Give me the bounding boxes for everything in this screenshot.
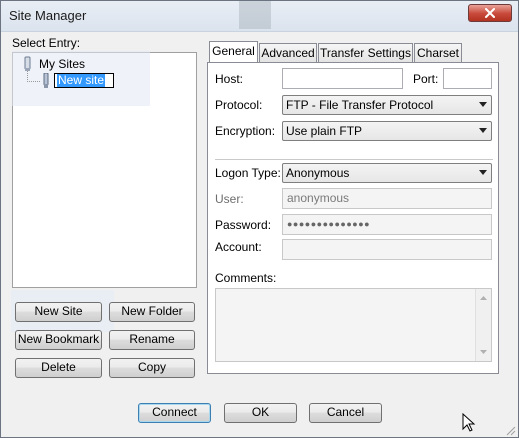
scrollbar[interactable] xyxy=(475,289,491,361)
account-input[interactable] xyxy=(282,239,492,260)
ok-button[interactable]: OK xyxy=(224,403,297,423)
new-bookmark-button[interactable]: New Bookmark xyxy=(15,330,102,350)
logon-type-select[interactable]: Anonymous xyxy=(282,163,492,183)
host-label: Host: xyxy=(215,72,244,86)
resize-grip-icon[interactable] xyxy=(504,424,516,436)
select-entry-label: Select Entry: xyxy=(12,36,81,50)
account-label: Account: xyxy=(215,240,262,254)
divider xyxy=(215,159,493,161)
window-title: Site Manager xyxy=(9,8,87,23)
close-icon xyxy=(485,8,495,18)
mouse-cursor-icon xyxy=(462,413,476,432)
delete-button[interactable]: Delete xyxy=(15,358,102,378)
tree-item-new-site[interactable]: New site xyxy=(41,73,117,89)
tree-edit-box[interactable]: New site xyxy=(54,73,114,88)
protocol-select[interactable]: FTP - File Transfer Protocol xyxy=(282,95,492,115)
new-site-button[interactable]: New Site xyxy=(15,302,102,322)
tree-label-new-site: New site xyxy=(57,73,106,87)
tree-label-my-sites: My Sites xyxy=(39,57,86,71)
title-reflection xyxy=(239,1,271,29)
title-bar: Site Manager xyxy=(1,1,518,32)
comments-label: Comments: xyxy=(215,271,277,285)
comments-textarea[interactable] xyxy=(215,288,492,362)
tab-advanced[interactable]: Advanced xyxy=(259,43,317,62)
port-input[interactable] xyxy=(443,68,492,89)
copy-button[interactable]: Copy xyxy=(109,358,195,378)
chevron-down-icon xyxy=(479,128,487,133)
port-label: Port: xyxy=(413,72,439,86)
user-label: User: xyxy=(215,192,244,206)
scroll-up-icon xyxy=(480,296,487,300)
encryption-select[interactable]: Use plain FTP xyxy=(282,121,492,141)
new-folder-button[interactable]: New Folder xyxy=(109,302,195,322)
encryption-label: Encryption: xyxy=(215,124,276,138)
site-manager-window: Site Manager Select Entry: My Sites New … xyxy=(0,0,519,438)
chevron-down-icon xyxy=(479,170,487,175)
tab-general[interactable]: General xyxy=(209,41,258,63)
connect-button[interactable]: Connect xyxy=(138,403,211,423)
cancel-button[interactable]: Cancel xyxy=(309,403,382,423)
close-button[interactable] xyxy=(468,4,512,22)
server-icon xyxy=(24,56,31,71)
tab-charset[interactable]: Charset xyxy=(414,43,462,62)
site-icon xyxy=(43,73,49,88)
password-label: Password: xyxy=(215,218,272,232)
host-input[interactable] xyxy=(282,68,403,89)
chevron-down-icon xyxy=(479,102,487,107)
scroll-down-icon xyxy=(480,350,487,354)
protocol-label: Protocol: xyxy=(215,98,263,112)
rename-button[interactable]: Rename xyxy=(109,330,195,350)
user-input[interactable]: anonymous xyxy=(282,188,492,209)
tab-transfer-settings[interactable]: Transfer Settings xyxy=(318,43,413,62)
password-input[interactable]: ●●●●●●●●●●●●●● xyxy=(282,214,492,235)
logon-type-label: Logon Type: xyxy=(215,166,281,180)
